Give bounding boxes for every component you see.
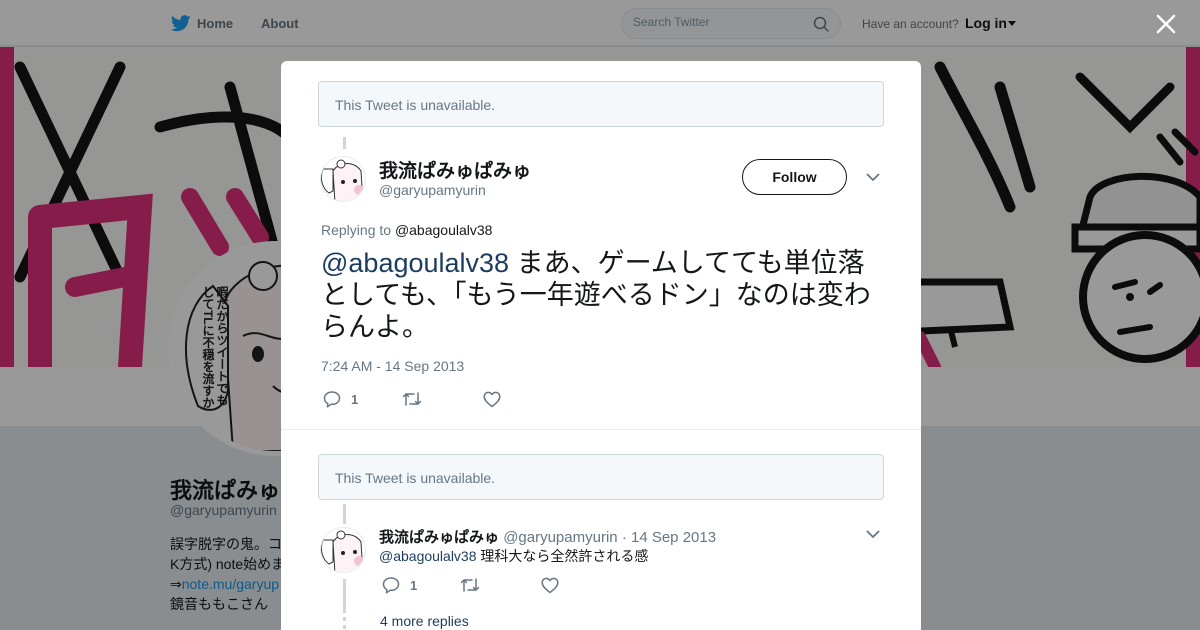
chevron-down-icon[interactable] <box>866 529 880 539</box>
retweet-icon[interactable] <box>402 391 422 407</box>
tweet-divider <box>281 429 921 430</box>
replying-prefix: Replying to <box>321 222 392 238</box>
reply-icon[interactable] <box>382 576 400 594</box>
thread-dot <box>343 625 346 629</box>
like-action[interactable] <box>541 577 559 594</box>
reply-author-handle[interactable]: @garyupamyurin <box>503 529 617 546</box>
reply-body: 理科大なら全然許される感 <box>476 548 649 564</box>
heart-icon[interactable] <box>483 391 501 408</box>
reply-action[interactable]: 1 <box>382 576 417 594</box>
reply-mention-link[interactable]: @abagoulalv38 <box>379 548 477 564</box>
tweet-modal: This Tweet is unavailable. 我流ぱみゅぱみゅ @gar… <box>281 61 921 630</box>
thread-line <box>343 579 346 613</box>
retweet-icon[interactable] <box>460 577 480 593</box>
reply-author-avatar[interactable] <box>320 527 366 573</box>
more-replies-link[interactable]: 4 more replies <box>380 613 469 629</box>
thread-line <box>343 504 346 524</box>
author-handle[interactable]: @garyupamyurin <box>379 182 486 198</box>
heart-icon[interactable] <box>541 577 559 594</box>
reply-separator: · <box>621 529 627 546</box>
avatar-thumb-illustration <box>321 157 365 201</box>
tweet-text: @abagoulalv38 まあ、ゲームしてても単位落としても、「もう一年遊べる… <box>321 247 891 343</box>
author-name[interactable]: 我流ぱみゅぱみゅ <box>379 156 531 183</box>
retweet-action[interactable] <box>460 577 480 593</box>
reply-text: @abagoulalv38 理科大なら全然許される感 <box>379 546 648 566</box>
chevron-down-icon[interactable] <box>866 172 880 182</box>
reply-icon[interactable] <box>323 390 341 408</box>
thread-dot <box>343 617 346 621</box>
unavailable-notice: This Tweet is unavailable. <box>318 454 884 500</box>
reply-meta: 我流ぱみゅぱみゅ @garyupamyurin · 14 Sep 2013 <box>379 526 716 547</box>
retweet-action[interactable] <box>402 391 422 407</box>
like-action[interactable] <box>483 391 501 408</box>
tweet-timestamp[interactable]: 7:24 AM - 14 Sep 2013 <box>321 358 464 374</box>
reply-author-name[interactable]: 我流ぱみゅぱみゅ <box>379 529 499 546</box>
reply-date[interactable]: 14 Sep 2013 <box>631 529 716 546</box>
author-avatar[interactable] <box>320 156 366 202</box>
replying-mention-link[interactable]: @abagoulalv38 <box>395 222 493 238</box>
close-icon[interactable] <box>1154 12 1178 36</box>
tweet-mention-link[interactable]: @abagoulalv38 <box>321 248 509 278</box>
replying-to: Replying to @abagoulalv38 <box>321 222 492 238</box>
thread-line <box>343 137 346 149</box>
reply-count: 1 <box>351 391 359 407</box>
unavailable-notice: This Tweet is unavailable. <box>318 81 884 127</box>
follow-button[interactable]: Follow <box>742 159 847 195</box>
reply-action[interactable]: 1 <box>323 390 358 408</box>
avatar-thumb-illustration <box>321 528 365 572</box>
reply-count: 1 <box>410 577 418 593</box>
